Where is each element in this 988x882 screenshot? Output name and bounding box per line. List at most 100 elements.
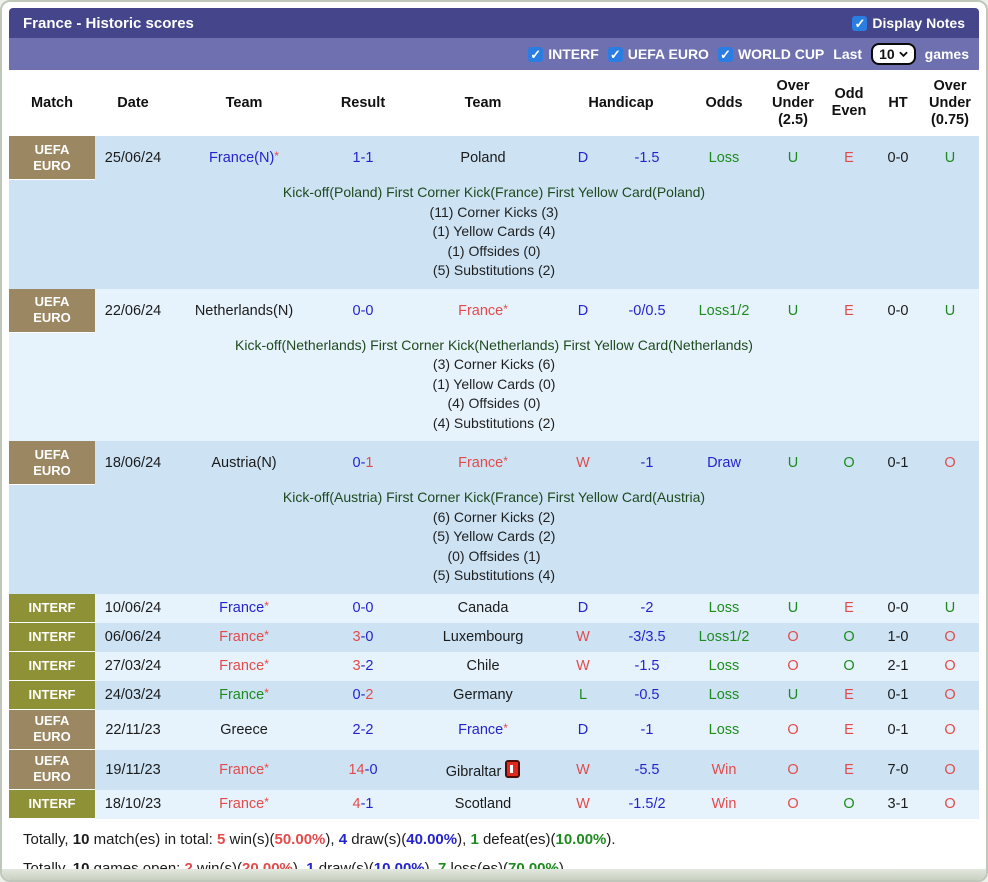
first-events-line: Kick-off(Netherlands) First Corner Kick(…: [9, 336, 979, 356]
match-main-row: INTERF06/06/24France*3-0LuxembourgW-3/3.…: [9, 623, 979, 652]
odd-even-value: E: [844, 303, 854, 319]
summary-segment: Totally,: [23, 831, 73, 848]
home-team-cell: France(N)*: [171, 150, 317, 166]
match-main-row: UEFA EURO22/06/24Netherlands(N)0-0France…: [9, 289, 979, 333]
odd-even-value: O: [843, 629, 854, 645]
over-under-25-cell: U: [763, 303, 823, 319]
competition-badge-label: UEFA EURO: [23, 753, 81, 785]
display-notes-toggle[interactable]: ✓ Display Notes: [852, 15, 965, 31]
filter-interf[interactable]: ✓ INTERF: [528, 46, 599, 62]
away-team-name: Chile: [466, 658, 499, 674]
display-notes-label: Display Notes: [872, 15, 965, 31]
summary-segment: defeat(es)(: [479, 831, 556, 848]
date-cell: 22/11/23: [95, 722, 171, 738]
handicap-cell: -1: [609, 722, 685, 738]
games-count-select[interactable]: 10: [871, 43, 916, 65]
over-under-25-value: U: [788, 150, 798, 166]
home-score: 2: [353, 722, 361, 738]
home-team-name: Austria(N): [211, 455, 276, 471]
asterisk-marker: *: [264, 657, 269, 671]
header-team-home: Team: [171, 95, 317, 112]
match-row: INTERF10/06/24France*0-0CanadaD-2LossUE0…: [9, 594, 979, 623]
display-notes-checkbox[interactable]: ✓: [852, 16, 867, 31]
odds-value: Draw: [707, 455, 741, 471]
match-notes: Kick-off(Austria) First Corner Kick(Fran…: [9, 485, 979, 594]
home-team-cell: France*: [171, 796, 317, 812]
home-team-name: France: [219, 629, 264, 645]
match-row: INTERF27/03/24France*3-2ChileW-1.5LossOO…: [9, 652, 979, 681]
summary-segment: 1: [470, 831, 478, 848]
odd-even-cell: O: [823, 658, 875, 674]
match-main-row: UEFA EURO22/11/23Greece2-2France*D-1Loss…: [9, 710, 979, 750]
over-under-25-cell: U: [763, 600, 823, 616]
handicap-result: W: [576, 629, 590, 645]
over-under-075-value: O: [944, 722, 955, 738]
odds-value: Loss: [709, 150, 740, 166]
summary-line: Totally, 10 match(es) in total: 5 win(s)…: [15, 825, 979, 854]
odd-even-cell: E: [823, 722, 875, 738]
ht-score: 0-1: [888, 722, 909, 738]
ht-score: 0-0: [888, 303, 909, 319]
ht-score: 0-1: [888, 687, 909, 703]
uefa-euro-checkbox[interactable]: ✓: [608, 47, 623, 62]
match-main-row: UEFA EURO19/11/23France*14-0GibraltarW-5…: [9, 750, 979, 790]
handicap-result-cell: W: [557, 455, 609, 471]
first-events-line: Kick-off(Poland) First Corner Kick(Franc…: [9, 183, 979, 203]
handicap-result-cell: W: [557, 762, 609, 778]
odd-even-value: O: [843, 658, 854, 674]
away-score: 0: [369, 762, 377, 778]
competition-badge: INTERF: [9, 652, 95, 681]
games-label: games: [925, 46, 969, 62]
away-team-name: Scotland: [455, 796, 511, 812]
handicap-result: D: [578, 150, 588, 166]
stat-line: (1) Offsides (0): [9, 242, 979, 262]
odds-value: Win: [712, 796, 737, 812]
filter-world-cup[interactable]: ✓ WORLD CUP: [718, 46, 824, 62]
away-score: 1: [365, 455, 373, 471]
home-team-cell: France*: [171, 658, 317, 674]
handicap-value: -5.5: [635, 762, 660, 778]
historic-scores-panel: France - Historic scores ✓ Display Notes…: [0, 0, 988, 882]
odds-cell: Loss: [685, 687, 763, 703]
home-score: 1: [353, 150, 361, 166]
odds-cell: Draw: [685, 455, 763, 471]
ht-cell: 7-0: [875, 762, 921, 778]
odds-value: Loss1/2: [699, 629, 750, 645]
result-cell: 3-0: [317, 629, 409, 645]
ht-score: 0-1: [888, 455, 909, 471]
competition-badge: INTERF: [9, 681, 95, 710]
away-score: 2: [365, 658, 373, 674]
home-team-cell: Greece: [171, 722, 317, 738]
filter-uefa-euro[interactable]: ✓ UEFA EURO: [608, 46, 709, 62]
header-handicap: Handicap: [557, 95, 685, 112]
stat-line: (6) Corner Kicks (2): [9, 508, 979, 528]
home-score: 4: [353, 796, 361, 812]
away-team-cell: Canada: [409, 600, 557, 616]
ht-score: 0-0: [888, 600, 909, 616]
world-cup-checkbox[interactable]: ✓: [718, 47, 733, 62]
odds-value: Loss: [709, 722, 740, 738]
handicap-value: -1.5: [635, 150, 660, 166]
world-cup-label: WORLD CUP: [738, 46, 824, 62]
table-header-row: Match Date Team Result Team Handicap Odd…: [9, 70, 979, 136]
away-score: 2: [365, 722, 373, 738]
odd-even-value: E: [844, 687, 854, 703]
date-cell: 22/06/24: [95, 303, 171, 319]
summary-segment: 10.00%: [556, 831, 607, 848]
away-team-name: France: [458, 722, 503, 738]
handicap-result: W: [576, 762, 590, 778]
match-main-row: INTERF24/03/24France*0-2GermanyL-0.5Loss…: [9, 681, 979, 710]
away-team-name: Poland: [460, 150, 505, 166]
home-team-cell: Netherlands(N): [171, 303, 317, 319]
over-under-075-value: U: [945, 150, 955, 166]
date-cell: 27/03/24: [95, 658, 171, 674]
handicap-cell: -1.5/2: [609, 796, 685, 812]
competition-badge: INTERF: [9, 623, 95, 652]
last-label: Last: [833, 46, 862, 62]
home-score: 3: [353, 658, 361, 674]
interf-checkbox[interactable]: ✓: [528, 47, 543, 62]
competition-badge-label: INTERF: [29, 600, 76, 616]
odd-even-value: E: [844, 600, 854, 616]
asterisk-marker: *: [264, 761, 269, 775]
over-under-075-value: O: [944, 796, 955, 812]
